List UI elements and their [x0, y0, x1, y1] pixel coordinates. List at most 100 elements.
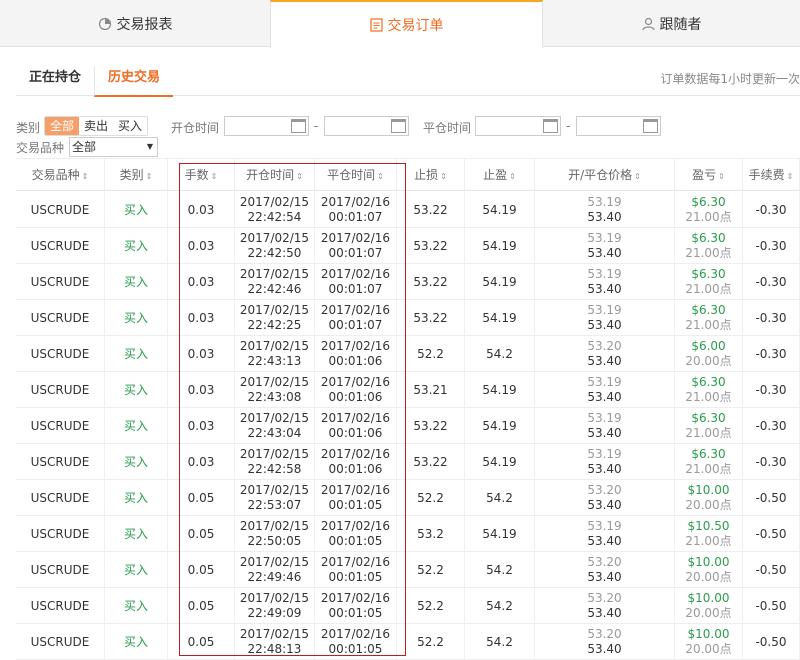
close-date-text: 2017/02/16 [320, 231, 391, 245]
stop-loss-text: 53.2 [417, 526, 444, 541]
type-filter-buy[interactable]: 买入 [113, 117, 148, 135]
column-header-label: 手续费 [748, 168, 785, 182]
col-lots-header[interactable]: 手数 ⇕ [168, 159, 235, 192]
fee-text: -0.50 [755, 562, 787, 577]
col-open-time-header[interactable]: 开仓时间 ⇕ [235, 159, 315, 192]
column-header-label: 开仓时间 [246, 168, 295, 182]
symbol-text: USCRUDE [30, 418, 90, 433]
col-fee-header[interactable]: 手续费 ⇕ [743, 159, 800, 192]
col-open-time-cell: 2017/02/15 22:43:04 [235, 408, 315, 444]
col-symbol-cell: USCRUDE [16, 192, 105, 228]
close-date-text: 2017/02/16 [320, 591, 391, 605]
col-take-profit-cell: 54.2 [465, 480, 535, 516]
close-time-start-input[interactable] [475, 116, 561, 136]
type-filter-group: 全部 卖出 买入 [44, 116, 149, 136]
sort-icon[interactable]: ⇕ [787, 172, 794, 181]
table-row[interactable]: USCRUDE 买入 0.03 2017/02/15 22:42:50 2017/02/1… [16, 228, 800, 264]
points-text: 20.00点 [685, 498, 732, 512]
side-text: 买入 [123, 490, 148, 505]
calendar-icon[interactable] [643, 119, 658, 133]
sort-icon[interactable]: ⇕ [211, 172, 218, 181]
column-header-label: 开/平仓价格 [568, 168, 633, 182]
side-text: 买入 [123, 598, 148, 613]
table-row[interactable]: USCRUDE 买入 0.03 2017/02/15 22:43:13 2017/02/1… [16, 336, 800, 372]
col-lots-cell: 0.03 [168, 372, 235, 408]
col-fee-cell: -0.30 [743, 372, 800, 408]
table-row[interactable]: USCRUDE 买入 0.05 2017/02/15 22:53:07 2017/02/1… [16, 480, 800, 516]
calendar-icon[interactable] [391, 119, 406, 133]
sort-icon[interactable]: ⇕ [296, 172, 303, 181]
col-fee-cell: -0.30 [743, 264, 800, 300]
close-price-text: 53.40 [587, 210, 622, 224]
calendar-icon[interactable] [291, 119, 306, 133]
col-close-time-cell: 2017/02/16 00:01:06 [315, 372, 397, 408]
stop-loss-text: 53.22 [413, 202, 448, 217]
col-profit-header[interactable]: 盈亏 ⇕ [675, 159, 743, 192]
calendar-icon[interactable] [543, 119, 558, 133]
profit-text: $10.00 [687, 591, 730, 605]
fee-text: -0.50 [755, 598, 787, 613]
close-price-text: 53.40 [587, 570, 622, 584]
sort-icon[interactable]: ⇕ [509, 172, 516, 181]
close-time-text: 00:01:06 [328, 426, 383, 440]
col-stop-loss-header[interactable]: 止损 ⇕ [397, 159, 465, 192]
table-row[interactable]: USCRUDE 买入 0.03 2017/02/15 22:42:25 2017/02/1… [16, 300, 800, 336]
col-close-time-header[interactable]: 平仓时间 ⇕ [315, 159, 397, 192]
table-row[interactable]: USCRUDE 买入 0.05 2017/02/15 22:50:05 2017/02/1… [16, 516, 800, 552]
close-price-text: 53.40 [587, 426, 622, 440]
col-symbol-cell: USCRUDE [16, 372, 105, 408]
tab-trade-history[interactable]: 历史交易 [94, 66, 174, 97]
points-text: 21.00点 [685, 210, 732, 224]
col-lots-cell: 0.03 [168, 264, 235, 300]
col-stop-loss-cell: 53.21 [397, 372, 465, 408]
sort-icon[interactable]: ⇕ [440, 172, 447, 181]
close-price-text: 53.40 [587, 390, 622, 404]
close-time-end-input[interactable] [576, 116, 661, 136]
open-time-text: 22:49:09 [247, 606, 302, 620]
col-side-header[interactable]: 类别 ⇕ [105, 159, 168, 192]
sort-icon[interactable]: ⇕ [377, 172, 384, 181]
stop-loss-text: 52.2 [417, 562, 444, 577]
col-side-cell: 买入 [105, 300, 168, 336]
table-row[interactable]: USCRUDE 买入 0.03 2017/02/15 22:42:54 2017/02/1… [16, 192, 800, 228]
sort-icon[interactable]: ⇕ [718, 172, 725, 181]
tab-trade-orders[interactable]: 交易订单 [270, 0, 543, 48]
type-filter-all[interactable]: 全部 [45, 117, 80, 135]
open-time-text: 22:42:50 [247, 246, 302, 260]
col-price-header[interactable]: 开/平仓价格 ⇕ [535, 159, 675, 192]
table-row[interactable]: USCRUDE 买入 0.05 2017/02/15 22:49:46 2017/02/1… [16, 552, 800, 588]
take-profit-text: 54.2 [486, 562, 513, 577]
table-row[interactable]: USCRUDE 买入 0.03 2017/02/15 22:43:04 2017/02/1… [16, 408, 800, 444]
side-text: 买入 [123, 382, 148, 397]
sort-icon[interactable]: ⇕ [634, 172, 641, 181]
open-time-start-input[interactable] [224, 116, 309, 136]
col-stop-loss-cell: 52.2 [397, 480, 465, 516]
table-row[interactable]: USCRUDE 买入 0.03 2017/02/15 22:42:58 2017/02/1… [16, 444, 800, 480]
table-row[interactable]: USCRUDE 买入 0.05 2017/02/15 22:48:13 2017/02/1… [16, 624, 800, 660]
tab-open-positions[interactable]: 正在持仓 [29, 66, 81, 96]
open-time-end-input[interactable] [324, 116, 409, 136]
sort-icon[interactable]: ⇕ [146, 172, 153, 181]
symbol-select[interactable]: 全部 ▼ [69, 137, 158, 157]
col-price-cell: 53.19 53.40 [535, 300, 675, 336]
type-filter-sell[interactable]: 卖出 [79, 117, 114, 135]
col-open-time-cell: 2017/02/15 22:42:50 [235, 228, 315, 264]
table-row[interactable]: USCRUDE 买入 0.05 2017/02/15 22:49:09 2017/02/1… [16, 588, 800, 624]
col-take-profit-header[interactable]: 止盈 ⇕ [465, 159, 535, 192]
table-row[interactable]: USCRUDE 买入 0.03 2017/02/15 22:43:08 2017/02/1… [16, 372, 800, 408]
open-price-text: 53.19 [587, 447, 622, 461]
chart-pie-icon [98, 17, 112, 31]
tab-followers[interactable]: 跟随者 [543, 0, 800, 47]
tab-trade-report[interactable]: 交易报表 [0, 0, 270, 47]
open-date-text: 2017/02/15 [239, 627, 310, 641]
col-fee-cell: -0.50 [743, 516, 800, 552]
col-symbol-header[interactable]: 交易品种 ⇕ [16, 159, 105, 192]
close-date-text: 2017/02/16 [320, 339, 391, 353]
side-text: 买入 [123, 274, 148, 289]
table-row[interactable]: USCRUDE 买入 0.03 2017/02/15 22:42:46 2017/02/1… [16, 264, 800, 300]
sort-icon[interactable]: ⇕ [82, 172, 89, 181]
symbol-select-value: 全部 [72, 140, 97, 154]
close-time-label: 平仓时间 [423, 121, 472, 135]
fee-text: -0.30 [755, 274, 787, 289]
open-price-text: 53.20 [587, 591, 622, 605]
